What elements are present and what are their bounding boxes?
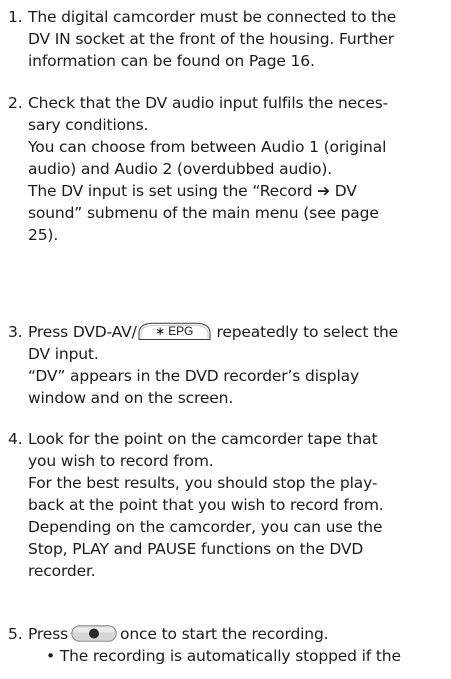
- step-text-line: For the best results, you should stop th…: [28, 474, 378, 492]
- epg-key-icon: ∗ EPG: [138, 322, 211, 340]
- step-text-line: sound” submenu of the main menu (see pag…: [28, 204, 379, 222]
- step-text-line: sary conditions.: [28, 116, 149, 134]
- step-text-line: Stop, PLAY and PAUSE functions on the DV…: [28, 540, 364, 558]
- step-text-line: The digital camcorder must be connected …: [28, 8, 397, 26]
- manual-page: 1. The digital camcorder must be connect…: [0, 0, 451, 679]
- step-text-line: 25).: [28, 226, 59, 244]
- step-text-fragment: Press: [28, 625, 69, 643]
- step-text-line: recorder.: [28, 562, 96, 580]
- step-text-fragment: once to start the recording.: [120, 625, 329, 643]
- step-text-line: information can be found on Page 16.: [28, 52, 315, 70]
- step-text-fragment: Press DVD-AV/: [28, 323, 137, 341]
- record-button-icon: [71, 625, 117, 642]
- step-text-line: DV input.: [28, 345, 99, 363]
- step-number: 2.: [8, 94, 23, 112]
- step-number: 4.: [8, 430, 23, 448]
- step-text-line: back at the point that you wish to recor…: [28, 496, 384, 514]
- step-text-line: you wish to record from.: [28, 452, 214, 470]
- epg-key-label: ∗ EPG: [155, 324, 194, 338]
- step-text-line: You can choose from between Audio 1 (ori…: [28, 138, 387, 156]
- step-text-line: audio) and Audio 2 (overdubbed audio).: [28, 160, 332, 178]
- step-number: 1.: [8, 8, 23, 26]
- step-text-line: window and on the screen.: [28, 389, 234, 407]
- step-text-line-with-key: Press DVD-AV/ ∗ EPG repeatedly to select …: [28, 321, 398, 343]
- step-text-line: The DV input is set using the “Record ➔ …: [28, 182, 357, 200]
- step-text-line: Check that the DV audio input fulfils th…: [28, 94, 389, 112]
- step-text-fragment: repeatedly to select the: [211, 323, 399, 341]
- step-text-line: Depending on the camcorder, you can use …: [28, 518, 383, 536]
- bullet-line: • The recording is automatically stopped…: [46, 647, 401, 665]
- step-text-line: “DV” appears in the DVD recorder’s displ…: [28, 367, 359, 385]
- step-text-line: DV IN socket at the front of the housing…: [28, 30, 394, 48]
- step-number: 5.: [8, 625, 23, 643]
- step-text-line: Look for the point on the camcorder tape…: [28, 430, 378, 448]
- step-text-line-with-key: Press once to start the recording.: [28, 623, 329, 645]
- step-number: 3.: [8, 323, 23, 341]
